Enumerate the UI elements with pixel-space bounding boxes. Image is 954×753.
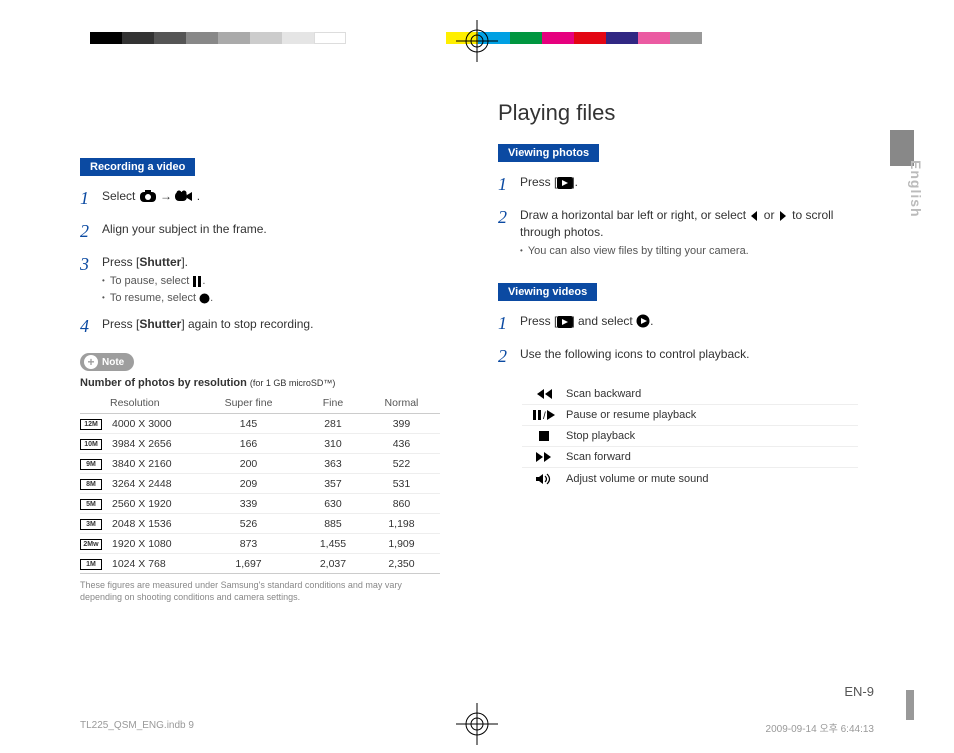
volume-icon — [522, 472, 566, 486]
playback-label: Stop playback — [566, 430, 635, 442]
table-row: 9M3840 X 2160200363522 — [80, 454, 440, 474]
printer-color-bar — [0, 28, 954, 48]
playback-row: Scan backward — [522, 384, 858, 405]
playback-row: / Pause or resume playback — [522, 405, 858, 426]
step-number: 2 — [498, 344, 520, 369]
step-number: 3 — [80, 252, 102, 277]
step-body: Select → . — [102, 186, 440, 205]
playback-icon — [557, 177, 571, 188]
footer-filename: TL225_QSM_ENG.indb 9 — [80, 720, 194, 735]
record-icon — [199, 293, 210, 304]
res-tag-icon: 12M — [80, 419, 102, 430]
resolution-table: Resolution Super fine Fine Normal 12M400… — [80, 393, 440, 574]
playback-label: Scan forward — [566, 451, 631, 463]
grayscale-swatches — [90, 32, 346, 44]
step-body: Press [Shutter]. To pause, select . To r… — [102, 252, 440, 306]
chevron-right-icon — [778, 210, 789, 222]
table-row: 12M4000 X 3000145281399 — [80, 414, 440, 434]
table-row: 8M3264 X 2448209357531 — [80, 474, 440, 494]
step-body: Draw a horizontal bar left or right, or … — [520, 205, 858, 259]
camera-icon — [139, 189, 157, 203]
forward-icon — [522, 451, 566, 463]
pause-icon — [192, 276, 202, 287]
section-viewing-videos: Viewing videos — [498, 283, 597, 301]
res-tag-icon: 5M — [80, 499, 102, 510]
step-number: 4 — [80, 314, 102, 339]
step-body: Align your subject in the frame. — [102, 219, 440, 238]
table-footnote: These figures are measured under Samsung… — [80, 580, 440, 603]
res-tag-icon: 10M — [80, 439, 102, 450]
stop-icon — [522, 430, 566, 442]
section-viewing-photos: Viewing photos — [498, 144, 599, 162]
res-tag-icon: 8M — [80, 479, 102, 490]
plus-icon: + — [84, 355, 98, 369]
step-number: 1 — [498, 311, 520, 336]
step-sub: To pause, select . — [102, 273, 440, 290]
table-row: 5M2560 X 1920339630860 — [80, 494, 440, 514]
step-body: Press [] and select . — [520, 311, 858, 330]
pauseplay-icon: / — [522, 409, 566, 421]
playback-label: Scan backward — [566, 388, 641, 400]
res-tag-icon: 1M — [80, 559, 102, 570]
note-badge: + Note — [80, 353, 134, 371]
page-footer: TL225_QSM_ENG.indb 9 2009-09-14 오후 6:44:… — [80, 720, 874, 735]
chevron-left-icon — [749, 210, 760, 222]
page-number: EN-9 — [844, 684, 874, 699]
registration-mark-top — [456, 20, 498, 62]
table-row: 10M3984 X 2656166310436 — [80, 434, 440, 454]
playback-label: Adjust volume or mute sound — [566, 473, 708, 485]
side-language-tab: English — [908, 160, 924, 218]
res-tag-icon: 2Mw — [80, 539, 102, 550]
step-sub: To resume, select . — [102, 290, 440, 307]
rewind-icon — [522, 388, 566, 400]
res-tag-icon: 3M — [80, 519, 102, 530]
res-tag-icon: 9M — [80, 459, 102, 470]
video-icon — [175, 189, 193, 203]
step-sub: You can also view files by tilting your … — [520, 243, 858, 260]
step-body: Use the following icons to control playb… — [520, 344, 858, 363]
playback-row: Scan forward — [522, 447, 858, 468]
left-column: Recording a video 1 Select → . 2 Align y… — [80, 100, 440, 604]
step-number: 1 — [80, 186, 102, 211]
step-number: 1 — [498, 172, 520, 197]
note-title: Number of photos by resolution (for 1 GB… — [80, 377, 440, 389]
play-circle-icon — [636, 314, 650, 328]
section-recording-video: Recording a video — [80, 158, 195, 176]
playback-icon — [557, 316, 571, 327]
step-body: Press [Shutter] again to stop recording. — [102, 314, 440, 333]
table-row: 3M2048 X 15365268851,198 — [80, 514, 440, 534]
playback-row: Adjust volume or mute sound — [522, 468, 858, 490]
table-row: 2Mw1920 X 10808731,4551,909 — [80, 534, 440, 554]
page-title: Playing files — [498, 100, 858, 126]
step-number: 2 — [80, 219, 102, 244]
page-content: English Recording a video 1 Select → . — [80, 100, 874, 693]
playback-controls-table: Scan backward / Pause or resume playback St… — [522, 384, 858, 490]
svg-text:/: / — [543, 411, 546, 421]
step-body: Press []. — [520, 172, 858, 191]
step-number: 2 — [498, 205, 520, 230]
playback-row: Stop playback — [522, 426, 858, 447]
right-column: Playing files Viewing photos 1 Press [].… — [498, 100, 858, 604]
footer-timestamp: 2009-09-14 오후 6:44:13 — [766, 720, 874, 735]
playback-label: Pause or resume playback — [566, 409, 696, 421]
side-marker-bottom — [906, 690, 914, 720]
table-row: 1M1024 X 7681,6972,0372,350 — [80, 554, 440, 574]
